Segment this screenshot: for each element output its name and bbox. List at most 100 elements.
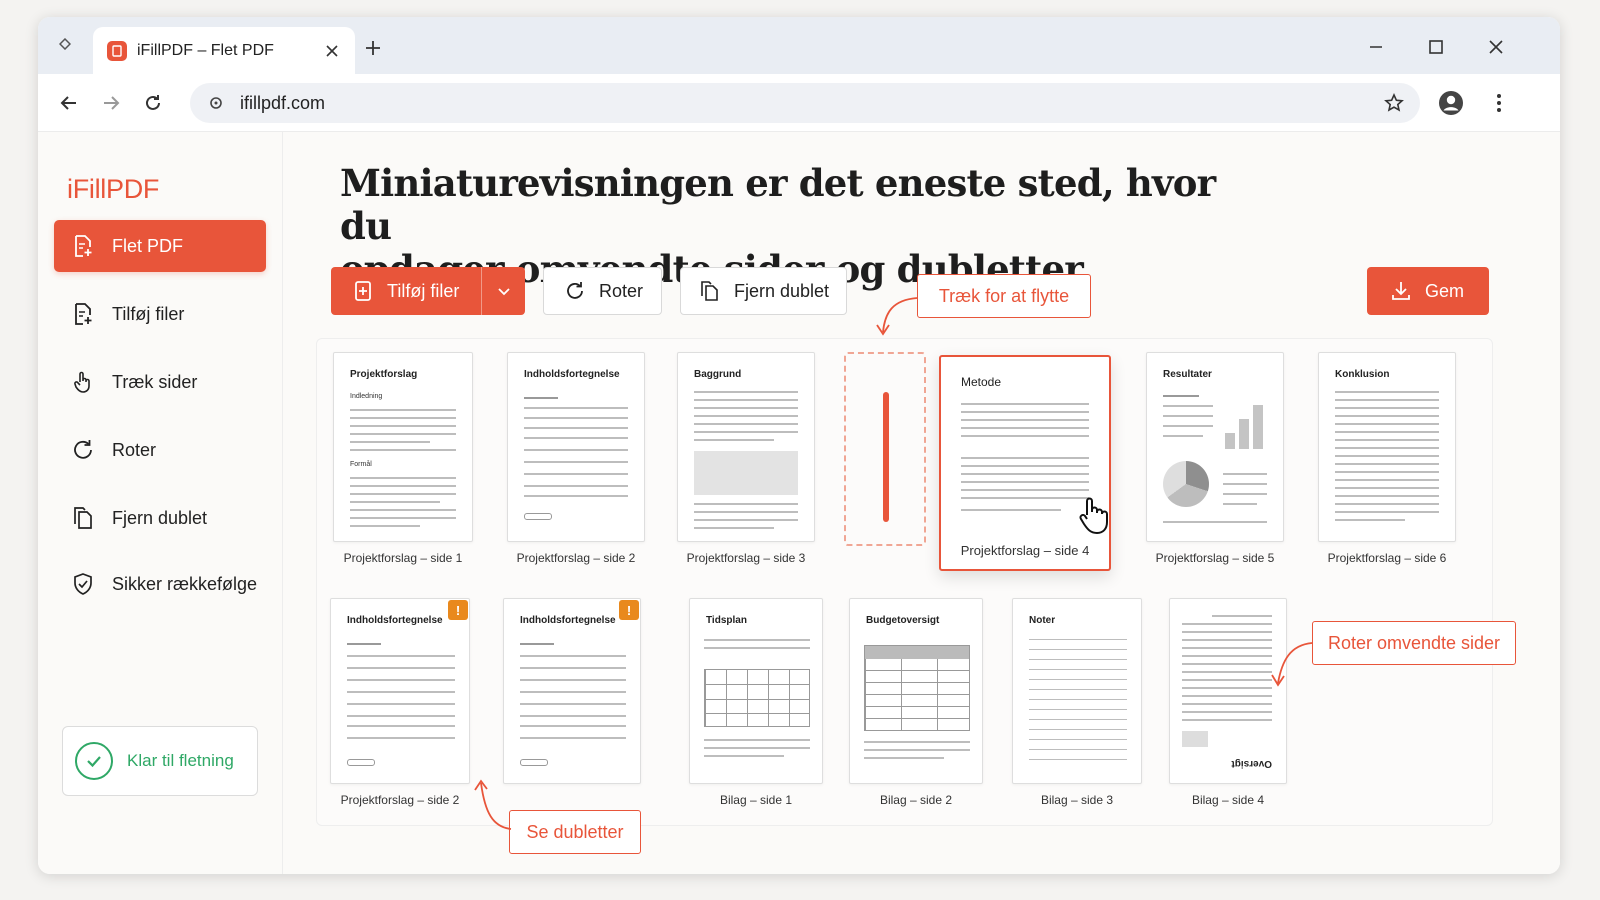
rotate-icon xyxy=(70,437,96,463)
site-info-icon[interactable] xyxy=(206,93,226,113)
thumb-subheading: Formål xyxy=(350,461,372,468)
callout-rotate-arrow xyxy=(1271,642,1313,687)
sidebar-item-drag-pages[interactable]: Træk sider xyxy=(54,356,266,408)
thumb-caption: Bilag – side 4 xyxy=(1191,793,1265,807)
thumb-title: Metode xyxy=(961,375,1002,389)
pie-chart-graphic xyxy=(1163,461,1209,507)
thumb-title: Projektforslag xyxy=(350,369,418,380)
rotated-page-content: Oversigt xyxy=(1170,599,1286,783)
thumb-caption: Projektforslag – side 1 xyxy=(343,551,463,565)
bookmark-star-icon[interactable] xyxy=(1384,93,1404,113)
add-files-button[interactable]: Tilføj filer xyxy=(331,267,481,315)
thumb-caption: Bilag – side 1 xyxy=(719,793,793,807)
budget-table-graphic xyxy=(864,645,970,731)
minimize-icon[interactable] xyxy=(1364,35,1388,59)
tab-search-icon[interactable] xyxy=(56,35,74,53)
thumb-caption: Bilag – side 3 xyxy=(1040,793,1114,807)
sidebar-item-label: Sikker rækkefølge xyxy=(112,573,258,594)
thumb-title: Budgetoversigt xyxy=(866,615,940,626)
add-file-icon xyxy=(351,279,375,303)
add-files-label: Tilføj filer xyxy=(387,280,460,301)
duplicate-icon xyxy=(70,505,96,531)
sidebar-item-add-files[interactable]: Tilføj filer xyxy=(54,288,266,340)
page-thumbnail[interactable]: Tidsplan xyxy=(689,598,823,784)
callout-drag-arrow xyxy=(876,297,918,336)
rotate-icon xyxy=(563,279,587,303)
thumb-caption: Projektforslag – side 2 xyxy=(516,551,636,565)
thumb-title: Resultater xyxy=(1163,369,1212,380)
rotate-button[interactable]: Roter xyxy=(543,267,662,315)
back-icon[interactable] xyxy=(56,90,82,116)
pdf-favicon-icon xyxy=(107,40,127,61)
thumb-caption: Projektforslag – side 3 xyxy=(686,551,806,565)
remove-duplicate-button[interactable]: Fjern dublet xyxy=(680,267,847,315)
drop-indicator xyxy=(883,392,889,522)
thumb-title: Tidsplan xyxy=(706,615,747,626)
sidebar-item-label: Fjern dublet xyxy=(112,507,208,528)
page-title-line1: Miniaturevisningen er det eneste sted, h… xyxy=(340,161,1216,248)
timeline-table-graphic xyxy=(704,669,810,727)
close-window-icon[interactable] xyxy=(1484,35,1508,59)
sidebar-item-remove-duplicate[interactable]: Fjern dublet xyxy=(54,492,266,544)
browser-window: iFillPDF – Flet PDF ifillpdf.com iFillPD… xyxy=(38,17,1560,874)
maximize-icon[interactable] xyxy=(1424,35,1448,59)
merge-pdf-icon xyxy=(70,233,96,259)
callout-duplicates-arrow xyxy=(474,779,512,830)
sidebar-item-label: Flet PDF xyxy=(112,235,184,256)
thumb-title: Indholdsfortegnelse xyxy=(524,369,620,380)
forward-icon[interactable] xyxy=(98,90,124,116)
thumb-title: Konklusion xyxy=(1335,369,1390,380)
drop-placeholder xyxy=(844,352,926,546)
page-thumbnail[interactable]: Noter xyxy=(1012,598,1142,784)
save-button[interactable]: Gem xyxy=(1367,267,1489,315)
kebab-menu-icon[interactable] xyxy=(1486,90,1512,116)
duplicate-warning-icon: ! xyxy=(448,600,468,620)
page-thumbnail-duplicate[interactable]: Indholdsfortegnelse xyxy=(503,598,641,784)
browser-tab[interactable]: iFillPDF – Flet PDF xyxy=(93,27,355,74)
omnibox[interactable]: ifillpdf.com xyxy=(190,83,1420,123)
tab-strip: iFillPDF – Flet PDF xyxy=(38,17,1560,74)
app-logo[interactable]: iFillPDF xyxy=(67,174,159,205)
hand-cursor-icon xyxy=(1075,495,1111,540)
sidebar-item-label: Tilføj filer xyxy=(112,303,185,324)
page-thumbnail[interactable]: Konklusion xyxy=(1318,352,1456,542)
thumb-subheading: Indledning xyxy=(350,393,383,400)
address-toolbar: ifillpdf.com xyxy=(38,74,1560,132)
duplicate-warning-icon: ! xyxy=(619,600,639,620)
profile-icon[interactable] xyxy=(1438,90,1464,116)
thumb-caption: Projektforslag – side 5 xyxy=(1155,551,1275,565)
rotate-label: Roter xyxy=(599,280,644,301)
add-files-split-button: Tilføj filer xyxy=(331,267,525,315)
main-content: Miniaturevisningen er det eneste sted, h… xyxy=(283,132,1560,874)
page-thumbnail[interactable]: Projektforslag Indledning Formål xyxy=(333,352,473,542)
thumb-caption: Bilag – side 2 xyxy=(879,793,953,807)
check-circle-icon xyxy=(75,742,113,780)
new-tab-icon[interactable] xyxy=(362,37,384,59)
sidebar-item-safe-order[interactable]: Sikker rækkefølge xyxy=(54,558,266,610)
page-thumbnail[interactable]: Budgetoversigt xyxy=(849,598,983,784)
ready-status-label: Klar til fletning xyxy=(127,751,234,770)
close-tab-icon[interactable] xyxy=(323,42,341,60)
sidebar-item-rotate[interactable]: Roter xyxy=(54,424,266,476)
shield-check-icon xyxy=(70,571,96,597)
chevron-down-icon[interactable] xyxy=(482,267,525,315)
sidebar-item-label: Træk sider xyxy=(112,371,198,392)
add-file-icon xyxy=(70,301,96,327)
page-thumbnail[interactable]: Indholdsfortegnelse xyxy=(507,352,645,542)
sidebar-item-merge-pdf[interactable]: Flet PDF xyxy=(54,220,266,272)
callout-rotate: Roter omvendte sider xyxy=(1312,621,1516,665)
hand-drag-icon xyxy=(70,369,96,395)
page-thumbnail[interactable]: Baggrund xyxy=(677,352,815,542)
thumb-title: Baggrund xyxy=(694,369,742,380)
sidebar: iFillPDF Flet PDF Tilføj filer Træk side… xyxy=(38,132,283,874)
reload-icon[interactable] xyxy=(140,90,166,116)
thumb-title: Noter xyxy=(1029,615,1056,626)
callout-drag: Træk for at flytte xyxy=(917,274,1091,318)
url-text[interactable]: ifillpdf.com xyxy=(240,93,325,114)
thumb-title: Indholdsfortegnelse xyxy=(520,615,616,626)
duplicate-icon xyxy=(698,279,722,303)
upside-down-page-thumbnail[interactable]: Oversigt xyxy=(1169,598,1287,784)
tab-title: iFillPDF – Flet PDF xyxy=(137,41,274,59)
page-thumbnail[interactable]: Resultater xyxy=(1146,352,1284,542)
page-thumbnail-duplicate[interactable]: Indholdsfortegnelse xyxy=(330,598,470,784)
